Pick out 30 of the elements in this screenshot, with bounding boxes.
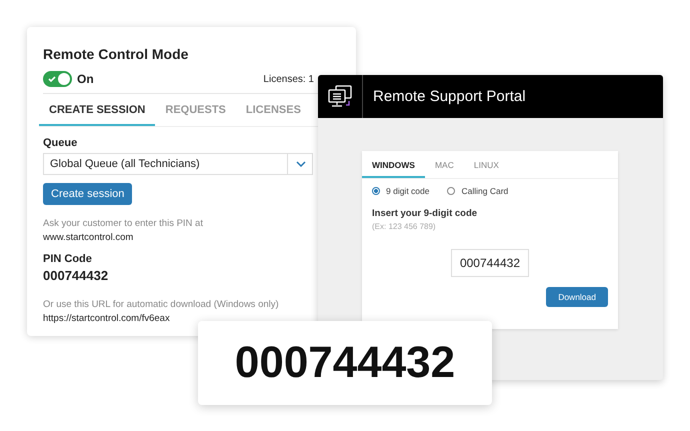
radio-option[interactable]: Calling Card: [447, 186, 508, 196]
pin-code: 000744432: [43, 268, 108, 283]
pin-code-large: 000744432: [234, 338, 456, 388]
toggle-label: On: [77, 72, 94, 86]
monitor-icon: [327, 84, 353, 108]
code-label: Insert your 9-digit code: [372, 208, 478, 219]
create-session-button[interactable]: Create session: [43, 183, 132, 205]
check-icon: [47, 74, 57, 84]
download-note: Or use this URL for automatic download (Windows only): [43, 299, 279, 310]
download-button[interactable]: Download: [546, 287, 608, 307]
tab[interactable]: WINDOWS: [362, 151, 425, 178]
radio-label: 9 digit code: [386, 186, 430, 196]
instruction-url: www.startcontrol.com: [43, 232, 134, 243]
tab[interactable]: LINUX: [464, 151, 509, 178]
code-hint: (Ex: 123 456 789): [372, 222, 437, 231]
download-url[interactable]: https://startcontrol.com/fv6eax: [43, 313, 170, 324]
queue-dropdown[interactable]: Global Queue (all Technicians): [43, 153, 313, 175]
panel-title: Remote Control Mode: [43, 46, 188, 62]
licenses-count: Licenses: 1: [263, 74, 314, 84]
caret-icon: [296, 161, 306, 167]
tab[interactable]: MAC: [424, 151, 464, 178]
radio-option[interactable]: 9 digit code: [372, 186, 430, 196]
pin-label: PIN Code: [43, 253, 92, 265]
queue-label: Queue: [43, 137, 78, 149]
instruction-text: Ask your customer to enter this PIN at: [43, 218, 203, 229]
code-field[interactable]: 000744432: [450, 249, 530, 277]
toggle-switch[interactable]: [43, 71, 72, 87]
tab[interactable]: CREATE SESSION: [39, 94, 156, 126]
portal-title: Remote Support Portal: [373, 88, 526, 105]
radio-label: Calling Card: [461, 186, 508, 196]
